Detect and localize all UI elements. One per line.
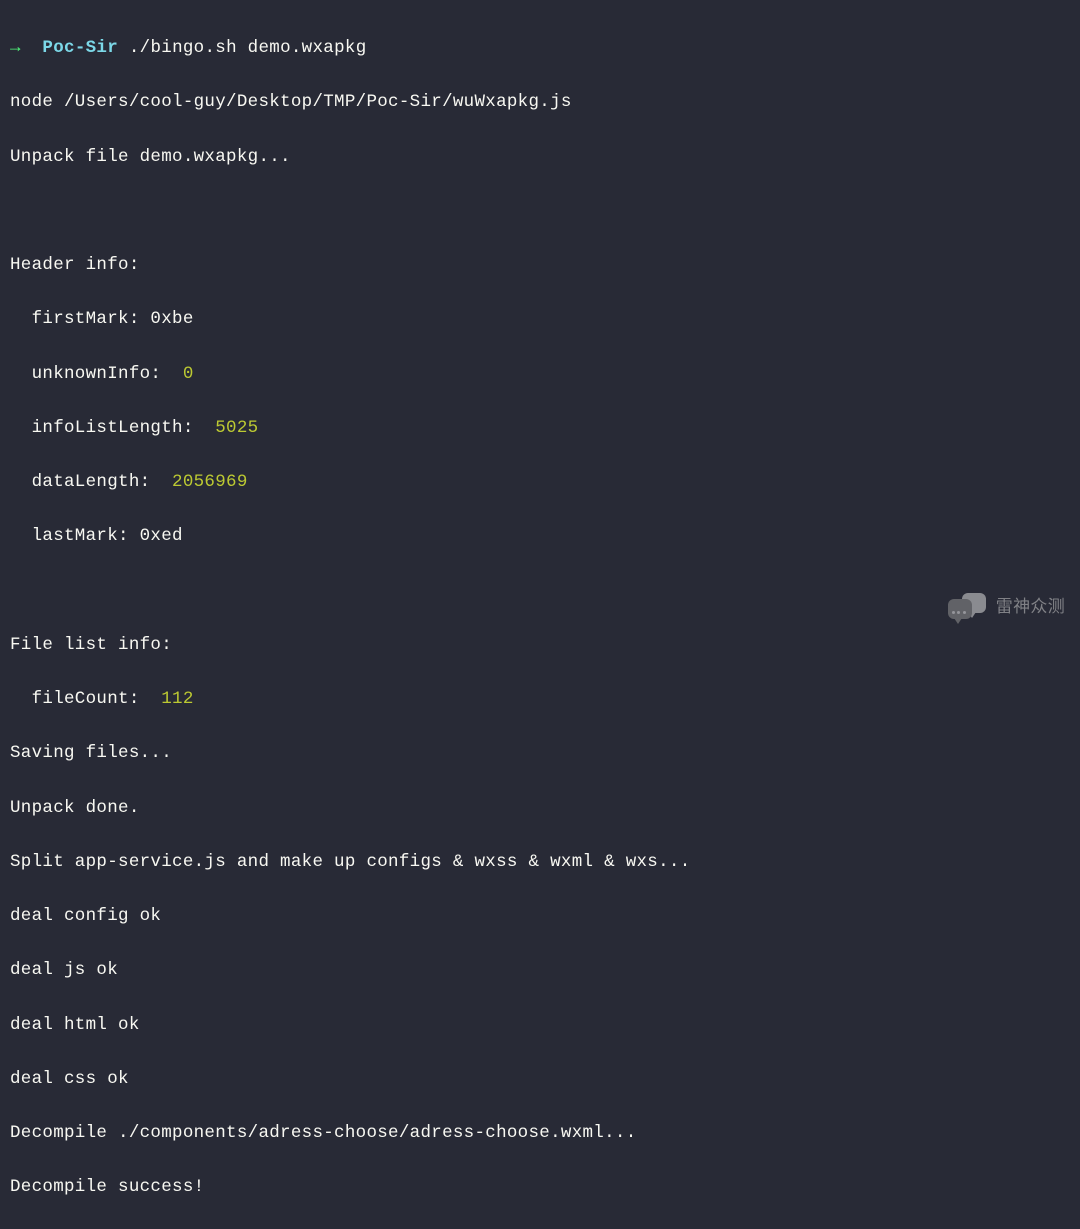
output-line: deal config ok	[10, 903, 1070, 930]
watermark-text: 雷神众测	[996, 594, 1065, 620]
prompt-line[interactable]: → Poc-Sir ./bingo.sh demo.wxapkg	[10, 35, 1070, 62]
wechat-icon	[948, 593, 988, 621]
output-line: Saving files...	[10, 740, 1070, 767]
output-line: Decompile ./components/adress-choose/adr…	[10, 1120, 1070, 1147]
output-line: infoListLength: 5025	[10, 415, 1070, 442]
output-line: unknownInfo: 0	[10, 361, 1070, 388]
output-line: Decompile success!	[10, 1174, 1070, 1201]
prompt-arrow: →	[10, 38, 21, 58]
output-line: Unpack file demo.wxapkg...	[10, 144, 1070, 171]
output-line: Split app-service.js and make up configs…	[10, 849, 1070, 876]
output-line	[10, 578, 1070, 605]
output-line	[10, 198, 1070, 225]
output-line: File list info:	[10, 632, 1070, 659]
output-line: dataLength: 2056969	[10, 469, 1070, 496]
output-line: node /Users/cool-guy/Desktop/TMP/Poc-Sir…	[10, 89, 1070, 116]
command-text: ./bingo.sh demo.wxapkg	[129, 38, 367, 58]
output-line: Unpack done.	[10, 795, 1070, 822]
output-line: deal html ok	[10, 1012, 1070, 1039]
watermark: 雷神众测	[948, 593, 1065, 621]
output-line: Header info:	[10, 252, 1070, 279]
output-line: fileCount: 112	[10, 686, 1070, 713]
terminal-output: → Poc-Sir ./bingo.sh demo.wxapkg node /U…	[10, 8, 1070, 1229]
output-line: deal css ok	[10, 1066, 1070, 1093]
prompt-label: Poc-Sir	[42, 38, 118, 58]
output-line: deal js ok	[10, 957, 1070, 984]
output-line: lastMark: 0xed	[10, 523, 1070, 550]
output-line: firstMark: 0xbe	[10, 306, 1070, 333]
